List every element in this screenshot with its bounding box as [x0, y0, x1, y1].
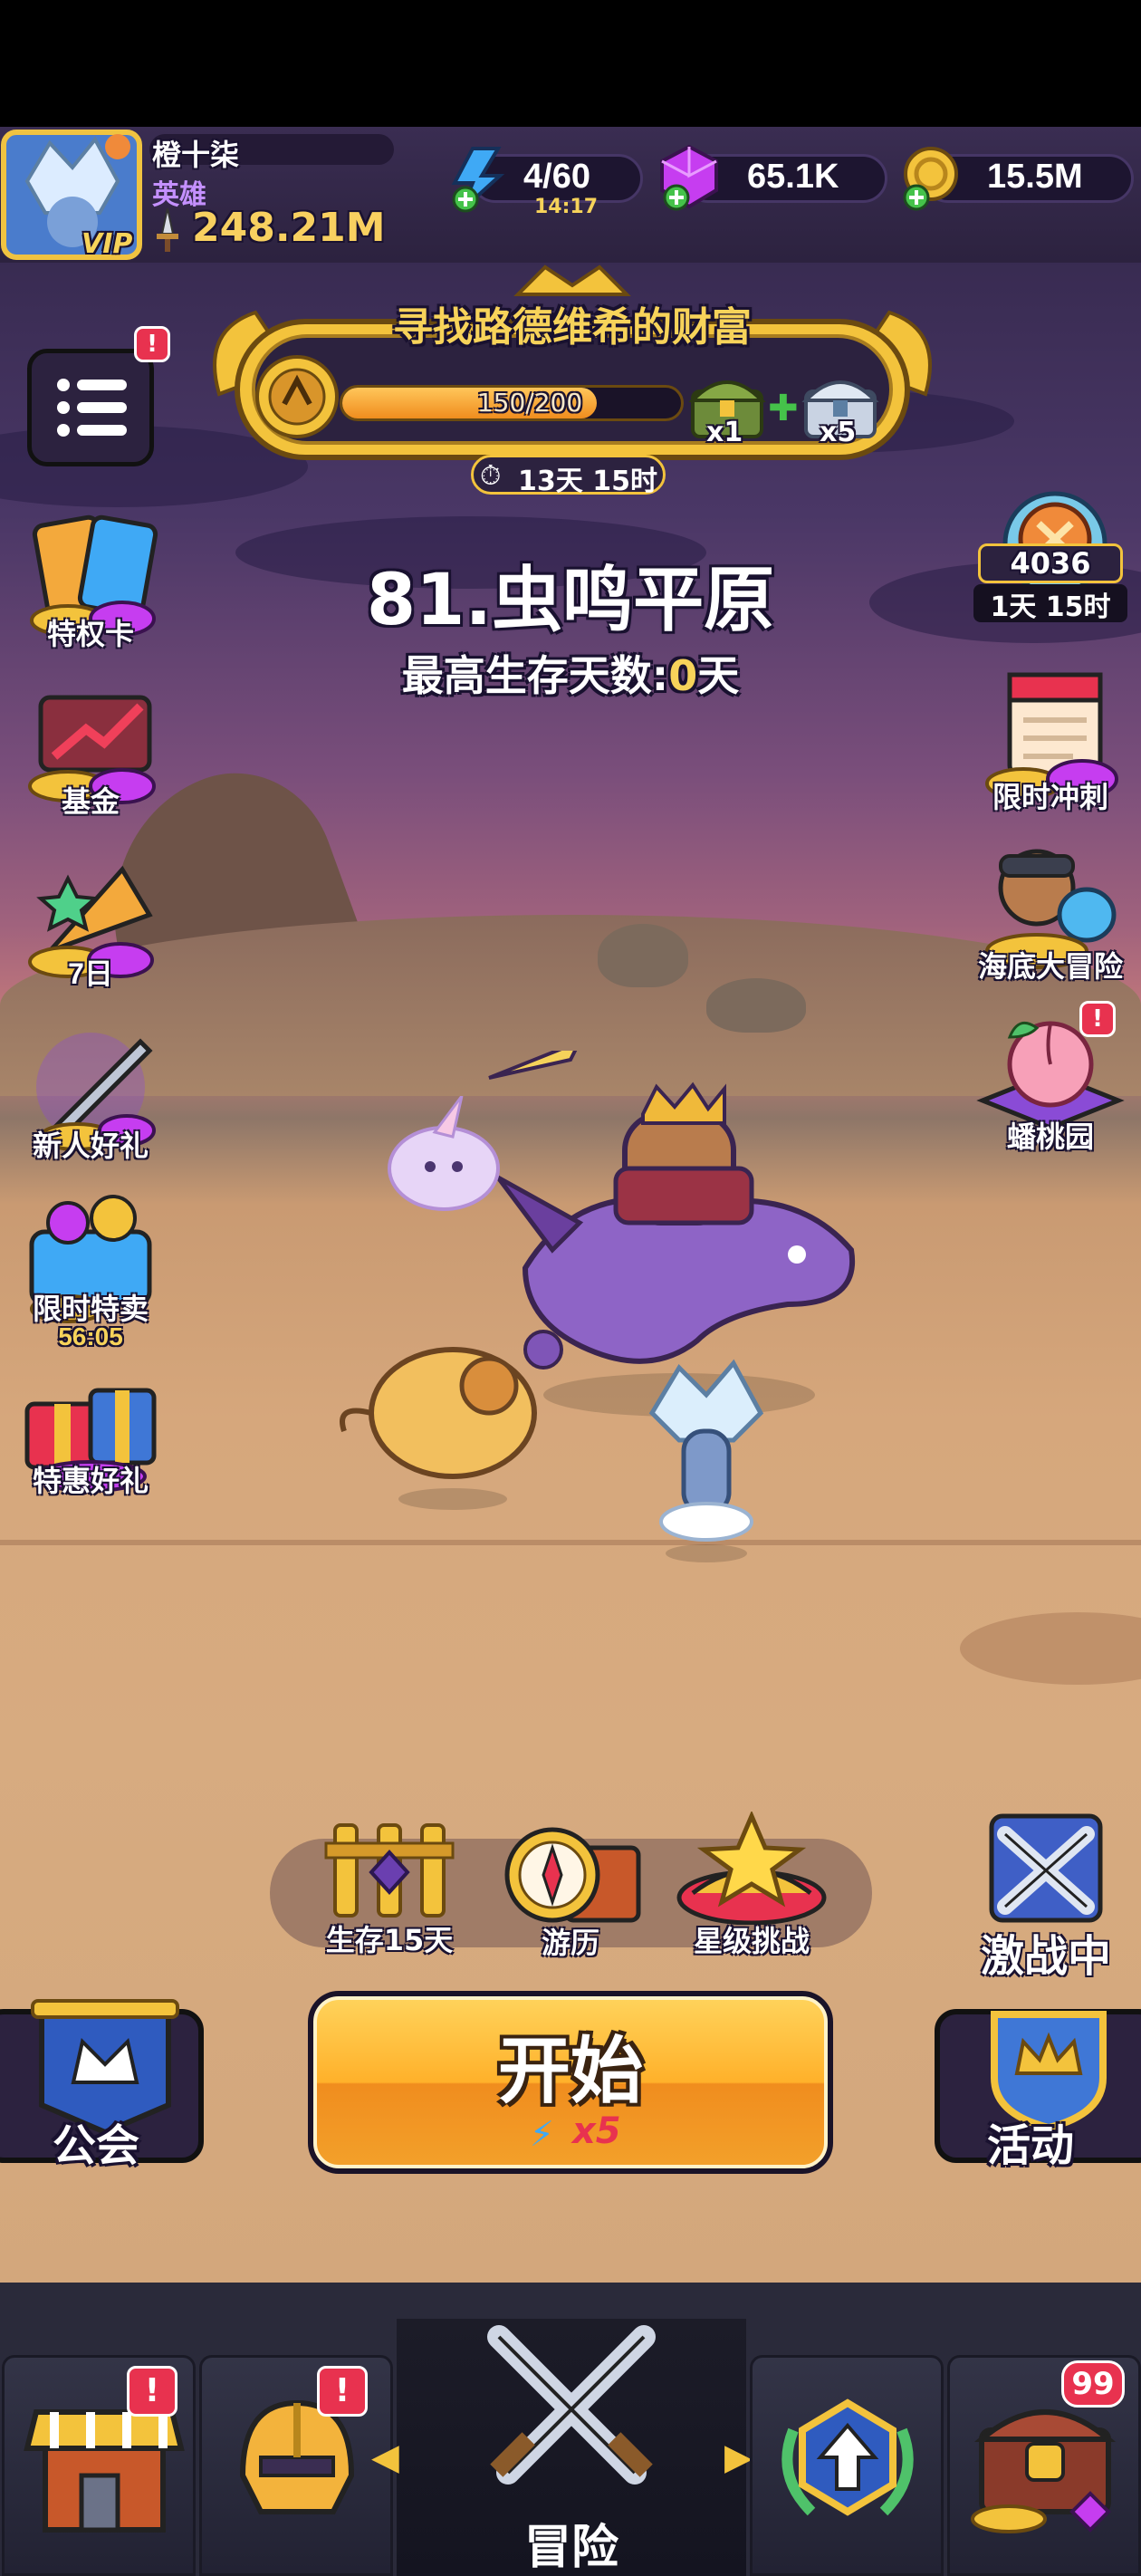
adventure-swords-icon: [487, 2325, 656, 2485]
ground-line: [0, 1540, 1141, 1545]
pet-unicorn-slime: [380, 1095, 507, 1214]
avatar[interactable]: VIP: [0, 127, 145, 263]
privilege-card-button[interactable]: 特权卡: [14, 503, 168, 660]
survival-gate-icon: [324, 1823, 455, 1918]
newbie-gift-label: 新人好礼: [32, 1129, 149, 1162]
event-title: 寻找路德维希的财富: [393, 304, 752, 351]
travel-mode-label: 游历: [541, 1926, 599, 1960]
rock: [598, 924, 688, 987]
peach-garden-label: 蟠桃园: [1006, 1120, 1094, 1153]
energy-cost-icon: ⚡: [530, 2114, 554, 2154]
menu-alert-badge: !: [134, 326, 170, 362]
start-label: 开始: [498, 2029, 643, 2113]
start-button-face: 开始 ⚡ x5: [313, 1996, 828, 2168]
battle-button[interactable]: 激战中: [973, 1812, 1118, 1982]
limited-sprint-button[interactable]: 限时冲刺: [973, 661, 1127, 819]
star-challenge-button[interactable]: 星级挑战: [675, 1810, 829, 1958]
gold-value: 15.5M: [987, 158, 1083, 196]
travel-mode-button[interactable]: 游历: [494, 1821, 647, 1960]
left-arrow-icon: ◀: [371, 2437, 399, 2478]
event-timer: 13天 15时: [518, 466, 657, 497]
sword-icon: [149, 207, 186, 254]
reward-1-count: x1: [706, 417, 743, 448]
event-progress-text: 150/200: [476, 388, 583, 418]
nav-tab-upgrade[interactable]: [750, 2355, 944, 2576]
main-menu-button[interactable]: [27, 349, 154, 466]
player-name: 橙十柒: [152, 138, 240, 172]
stopwatch-icon: ⏱: [480, 460, 502, 492]
gold-coin-icon[interactable]: [896, 143, 964, 214]
start-button[interactable]: 开始 ⚡ x5: [308, 1991, 833, 2174]
ground-patch: [960, 1612, 1141, 1685]
right-arrow-icon: ▶: [724, 2437, 753, 2478]
gem-value: 65.1K: [747, 158, 839, 196]
limited-sale-button[interactable]: 限时特卖 56:05: [14, 1182, 168, 1350]
limited-sale-timer: 56:05: [58, 1322, 123, 1350]
arena-timer: 1天 15时: [990, 591, 1111, 623]
fund-button[interactable]: 基金: [14, 670, 168, 828]
heroes-alert-badge: !: [317, 2366, 368, 2417]
crossed-swords-icon: [989, 1813, 1103, 1923]
seven-day-button[interactable]: 7日: [14, 842, 168, 1000]
adventure-label: 冒险: [523, 2521, 618, 2575]
best-survival-value: 0: [668, 651, 698, 700]
best-survival-unit: 天: [697, 651, 740, 700]
events-label: 活动: [986, 2120, 1074, 2171]
events-button[interactable]: 活动: [935, 2009, 1141, 2171]
left-menu: 特权卡 基金 7日 新人好礼 限时特卖 56:05 特惠好礼: [0, 494, 181, 1499]
shop-alert-badge: !: [127, 2366, 177, 2417]
privilege-card-label: 特权卡: [46, 618, 134, 650]
survival-mode-button[interactable]: 生存15天: [317, 1816, 462, 1957]
arena-score: 4036: [1010, 546, 1091, 581]
energy-icon[interactable]: [446, 145, 509, 214]
special-gift-button[interactable]: 特惠好礼: [14, 1350, 168, 1507]
compass-icon: [504, 1827, 641, 1923]
energy-value: 4/60: [523, 158, 590, 196]
special-gift-label: 特惠好礼: [32, 1465, 149, 1497]
rock: [706, 978, 806, 1033]
start-cost: x5: [572, 2110, 621, 2152]
chest-count-badge: 99: [1061, 2360, 1125, 2408]
vip-label: VIP: [82, 228, 133, 260]
newbie-gift-button[interactable]: 新人好礼: [14, 1014, 168, 1172]
peach-garden-alert-badge: !: [1079, 1001, 1116, 1037]
energy-timer: 14:17: [534, 196, 599, 218]
pet-lion-cub: [335, 1304, 552, 1513]
plus-icon: ✚: [768, 388, 799, 429]
survival-mode-label: 生存15天: [325, 1923, 454, 1957]
best-survival-label: 最高生存天数:: [401, 651, 669, 700]
battle-label: 激战中: [980, 1931, 1111, 1982]
star-challenge-icon: [676, 1810, 827, 1926]
fund-label: 基金: [61, 785, 120, 818]
reward-2-count: x5: [820, 417, 857, 448]
limited-sprint-label: 限时冲刺: [992, 781, 1108, 813]
undersea-adventure-button[interactable]: 海底大冒险: [973, 833, 1127, 991]
event-medal-icon: [254, 353, 340, 440]
guild-button[interactable]: 公会: [0, 1999, 204, 2171]
combat-power: 248.21M: [192, 205, 386, 251]
seven-day-label: 7日: [68, 957, 113, 990]
nav-tab-adventure[interactable]: 冒险: [397, 2319, 746, 2576]
undersea-adventure-label: 海底大冒险: [977, 950, 1123, 983]
star-challenge-label: 星级挑战: [693, 1924, 810, 1958]
ice-spirit: [634, 1359, 779, 1567]
gem-icon[interactable]: [657, 143, 722, 214]
guild-label: 公会: [52, 2120, 139, 2171]
upgrade-arrow-icon: [781, 2398, 914, 2516]
